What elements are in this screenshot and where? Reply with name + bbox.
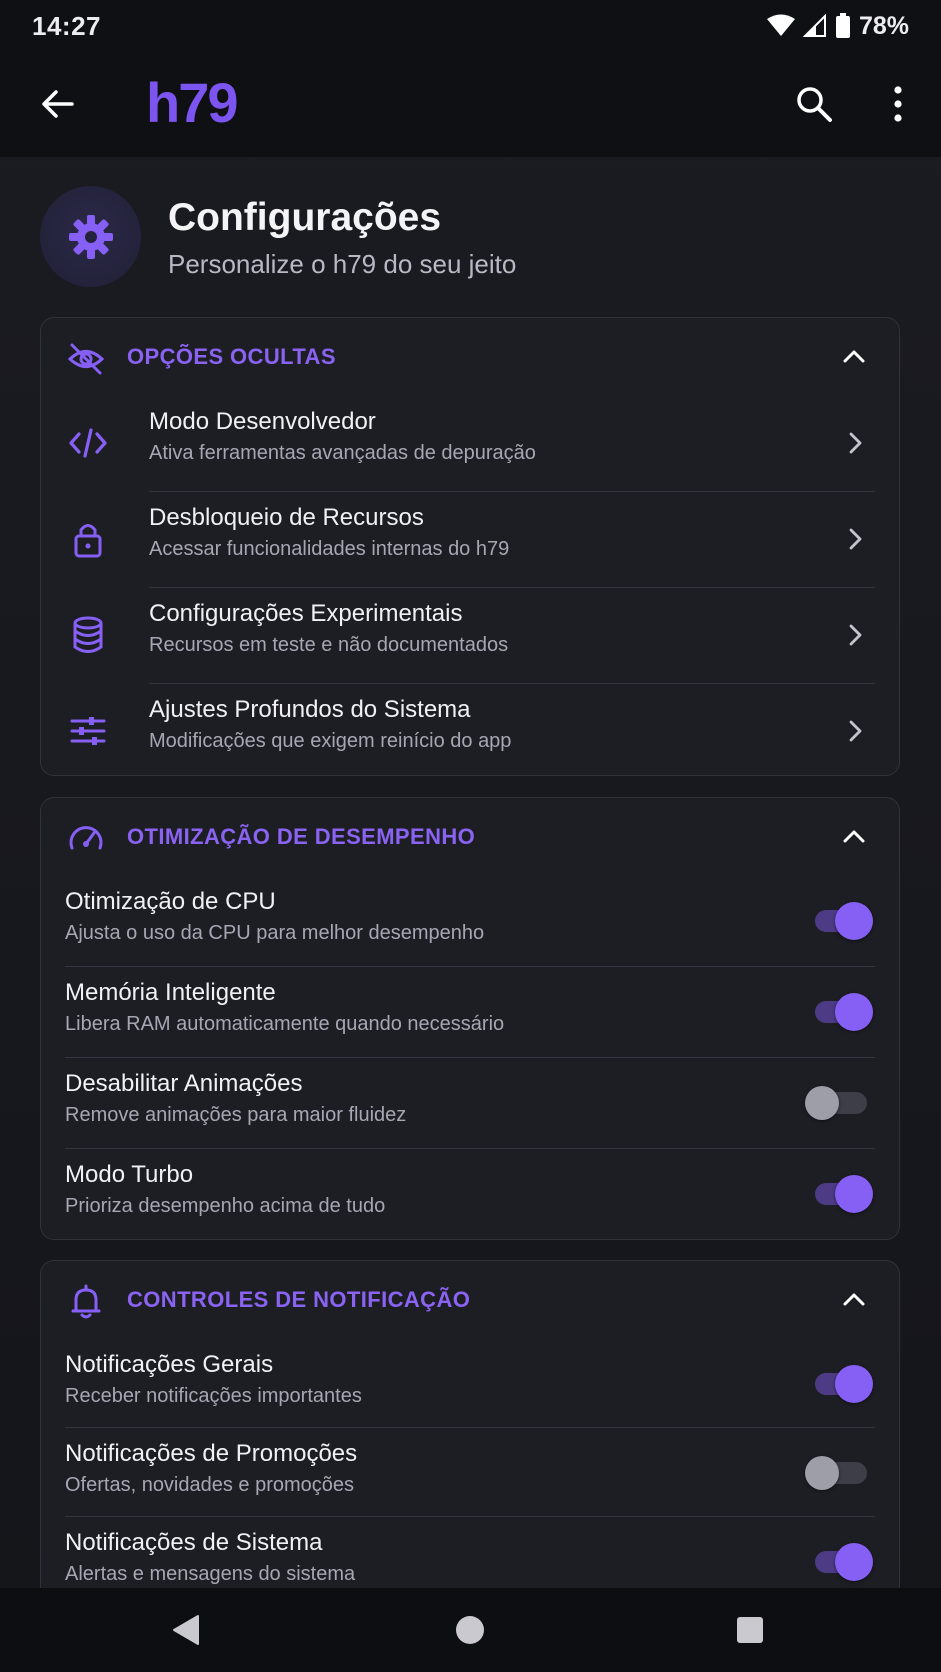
cpu-optimization-row: Otimização de CPU Ajusta o uso da CPU pa… [41, 876, 899, 967]
turbo-mode-row: Modo Turbo Prioriza desempenho acima de … [41, 1149, 899, 1239]
eye-off-icon [67, 343, 105, 375]
chevron-up-icon[interactable] [839, 1285, 869, 1315]
notifications-card: CONTROLES DE NOTIFICAÇÃO Notificações Ge… [40, 1260, 900, 1600]
signal-icon [802, 14, 826, 37]
row-label: Desbloqueio de Recursos [149, 504, 424, 531]
status-icons: 78% [766, 11, 909, 41]
performance-card: OTIMIZAÇÃO DE DESEMPENHO Otimização de C… [40, 797, 900, 1240]
row-description: Recursos em teste e não documentados [149, 634, 509, 656]
wifi-icon [766, 14, 795, 36]
row-label: Modo Turbo [65, 1161, 194, 1188]
cpu-optimization-toggle[interactable] [813, 902, 873, 940]
page-title: Configurações [168, 196, 442, 239]
hidden-options-card: OPÇÕES OCULTAS Modo Desenvolvedor Ativa … [40, 317, 900, 776]
row-description: Ofertas, novidades e promoções [65, 1474, 355, 1496]
row-label: Otimização de CPU [65, 888, 276, 915]
nav-back-icon[interactable] [168, 1610, 208, 1650]
page-header: Configurações Personalize o h79 do seu j… [40, 186, 900, 290]
bell-icon [71, 1284, 101, 1319]
settings-badge [40, 186, 141, 287]
notifications-header[interactable]: CONTROLES DE NOTIFICAÇÃO [41, 1261, 899, 1339]
row-description: Libera RAM automaticamente quando necess… [65, 1013, 505, 1035]
app-logo: h79 [146, 71, 238, 134]
disable-animations-toggle[interactable] [805, 1084, 873, 1122]
turbo-mode-toggle[interactable] [813, 1175, 873, 1213]
app-bar: h79 [0, 52, 941, 157]
dev-mode-row[interactable]: Modo Desenvolvedor Ativa ferramentas ava… [41, 396, 899, 492]
row-label: Notificações de Sistema [65, 1529, 323, 1556]
row-label: Configurações Experimentais [149, 600, 463, 627]
row-description: Modificações que exigem reinício do app [149, 730, 512, 752]
status-bar: 14:27 78% [0, 0, 941, 52]
smart-memory-row: Memória Inteligente Libera RAM automatic… [41, 967, 899, 1058]
code-icon [69, 428, 107, 458]
chevron-right-icon [849, 528, 862, 550]
hidden-options-header[interactable]: OPÇÕES OCULTAS [41, 318, 899, 396]
chevron-up-icon[interactable] [839, 342, 869, 372]
chevron-right-icon [849, 624, 862, 646]
unlock-features-row[interactable]: Desbloqueio de Recursos Acessar funciona… [41, 492, 899, 588]
speedometer-icon [69, 826, 103, 850]
page-subtitle: Personalize o h79 do seu jeito [168, 249, 517, 279]
row-description: Alertas e mensagens do sistema [65, 1563, 356, 1585]
row-description: Acessar funcionalidades internas do h79 [149, 538, 510, 560]
promo-notifications-toggle[interactable] [805, 1454, 873, 1492]
settings-screen: 14:27 78% h79 Configurações Personalize … [0, 0, 941, 1672]
deep-system-settings-row[interactable]: Ajustes Profundos do Sistema Modificaçõe… [41, 684, 899, 775]
row-description: Ajusta o uso da CPU para melhor desempen… [65, 922, 485, 944]
section-title: OPÇÕES OCULTAS [127, 344, 336, 369]
chevron-right-icon [849, 720, 862, 742]
section-title: CONTROLES DE NOTIFICAÇÃO [127, 1287, 471, 1312]
row-label: Desabilitar Animações [65, 1070, 303, 1097]
chevron-right-icon [849, 432, 862, 454]
row-label: Notificações de Promoções [65, 1440, 358, 1467]
more-vertical-icon[interactable] [880, 82, 916, 126]
nav-recents-icon[interactable] [730, 1610, 770, 1650]
row-label: Memória Inteligente [65, 979, 276, 1006]
section-title: OTIMIZAÇÃO DE DESEMPENHO [127, 824, 476, 849]
battery-icon [835, 13, 850, 38]
back-arrow-icon[interactable] [36, 82, 80, 126]
row-label: Modo Desenvolvedor [149, 408, 376, 435]
row-description: Prioriza desempenho acima de tudo [65, 1195, 386, 1217]
search-icon[interactable] [792, 82, 836, 126]
gear-icon [68, 214, 113, 259]
disable-animations-row: Desabilitar Animações Remove animações p… [41, 1058, 899, 1149]
sliders-icon [70, 717, 106, 745]
row-label: Notificações Gerais [65, 1351, 274, 1378]
system-notifications-toggle[interactable] [813, 1543, 873, 1581]
performance-header[interactable]: OTIMIZAÇÃO DE DESEMPENHO [41, 798, 899, 876]
battery-percentage: 78% [858, 11, 909, 40]
smart-memory-toggle[interactable] [813, 993, 873, 1031]
nav-home-icon[interactable] [450, 1610, 490, 1650]
lock-icon [74, 524, 102, 558]
row-description: Receber notificações importantes [65, 1385, 362, 1407]
experimental-settings-row[interactable]: Configurações Experimentais Recursos em … [41, 588, 899, 684]
general-notifications-toggle[interactable] [813, 1365, 873, 1403]
status-time: 14:27 [32, 10, 101, 41]
chevron-up-icon[interactable] [839, 822, 869, 852]
system-nav-bar [0, 1588, 941, 1672]
row-description: Remove animações para maior fluidez [65, 1104, 407, 1126]
promo-notifications-row: Notificações de Promoções Ofertas, novid… [41, 1428, 899, 1517]
row-description: Ativa ferramentas avançadas de depuração [149, 442, 536, 464]
general-notifications-row: Notificações Gerais Receber notificações… [41, 1339, 899, 1428]
database-icon [73, 616, 103, 653]
row-label: Ajustes Profundos do Sistema [149, 696, 471, 723]
